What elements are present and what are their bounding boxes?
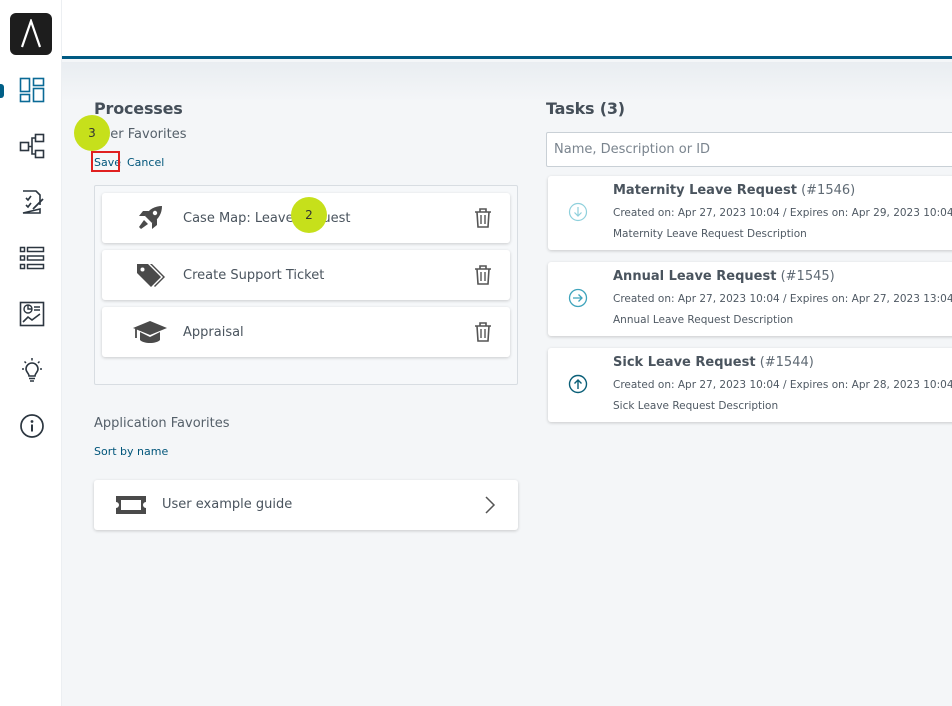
cancel-link[interactable]: Cancel xyxy=(127,156,164,169)
nav-reports[interactable] xyxy=(15,297,49,331)
favorite-process-item[interactable]: Create Support Ticket xyxy=(102,250,510,300)
dashboard-icon xyxy=(19,77,45,103)
task-dates: Created on: Apr 27, 2023 10:04 / Expires… xyxy=(613,379,952,391)
chevron-right-icon xyxy=(484,496,496,518)
task-dates: Created on: Apr 27, 2023 10:04 / Expires… xyxy=(613,207,952,219)
rocket-icon xyxy=(132,202,168,234)
ticket-icon xyxy=(114,494,148,520)
application-favorite-item[interactable]: User example guide xyxy=(94,480,518,530)
task-id: (#1546) xyxy=(801,183,856,198)
task-description: Sick Leave Request Description xyxy=(613,400,779,412)
arrow-down-circle-icon xyxy=(568,202,588,222)
sort-by-name-link[interactable]: Sort by name xyxy=(94,445,168,458)
tasks-title: Tasks (3) xyxy=(546,99,625,118)
processes-title: Processes xyxy=(94,99,183,118)
task-title: Maternity Leave Request (#1546) xyxy=(613,183,855,198)
list-icon xyxy=(19,246,45,270)
task-name: Maternity Leave Request xyxy=(613,183,797,198)
task-description: Annual Leave Request Description xyxy=(613,314,794,326)
task-name: Annual Leave Request xyxy=(613,269,777,284)
task-title: Annual Leave Request (#1545) xyxy=(613,269,835,284)
arrow-right-circle-icon xyxy=(568,288,588,308)
save-highlight-box xyxy=(91,151,120,172)
task-card[interactable]: Annual Leave Request (#1545) Created on:… xyxy=(548,262,952,336)
nav-dashboard[interactable] xyxy=(15,73,49,107)
task-id: (#1545) xyxy=(780,269,835,284)
task-title: Sick Leave Request (#1544) xyxy=(613,355,814,370)
nav-list[interactable] xyxy=(15,241,49,275)
task-description: Maternity Leave Request Description xyxy=(613,228,807,240)
nav-tasks-document[interactable] xyxy=(15,185,49,219)
nav-info[interactable] xyxy=(15,409,49,443)
task-dates: Created on: Apr 27, 2023 10:04 / Expires… xyxy=(613,293,952,305)
favorite-process-item[interactable]: Appraisal xyxy=(102,307,510,357)
task-name: Sick Leave Request xyxy=(613,355,756,370)
logo[interactable] xyxy=(10,13,52,55)
info-icon xyxy=(20,414,44,438)
favorite-process-label: Create Support Ticket xyxy=(183,267,325,283)
active-nav-marker xyxy=(0,84,4,98)
task-id: (#1544) xyxy=(759,355,814,370)
trash-icon[interactable] xyxy=(472,207,494,229)
trash-icon[interactable] xyxy=(472,264,494,286)
task-card[interactable]: Sick Leave Request (#1544) Created on: A… xyxy=(548,348,952,422)
tag-icon xyxy=(132,259,168,291)
checklist-document-icon xyxy=(22,190,44,214)
favorite-process-label: Appraisal xyxy=(183,324,244,340)
top-bar xyxy=(62,0,952,59)
task-search-input[interactable] xyxy=(546,132,952,167)
sidebar xyxy=(0,0,62,706)
process-map-icon xyxy=(19,133,45,159)
application-favorite-label: User example guide xyxy=(162,497,293,512)
nav-process-map[interactable] xyxy=(15,129,49,163)
nav-ideas[interactable] xyxy=(15,353,49,387)
task-card[interactable]: Maternity Leave Request (#1546) Created … xyxy=(548,176,952,250)
application-favorites-title: Application Favorites xyxy=(94,416,230,431)
step-marker: 2 xyxy=(291,197,327,233)
trash-icon[interactable] xyxy=(472,321,494,343)
step-marker: 3 xyxy=(74,115,110,151)
graduation-cap-icon xyxy=(132,316,168,348)
report-chart-icon xyxy=(19,301,45,327)
lightbulb-icon xyxy=(22,358,42,382)
logo-icon xyxy=(20,19,42,48)
arrow-up-circle-icon xyxy=(568,374,588,394)
